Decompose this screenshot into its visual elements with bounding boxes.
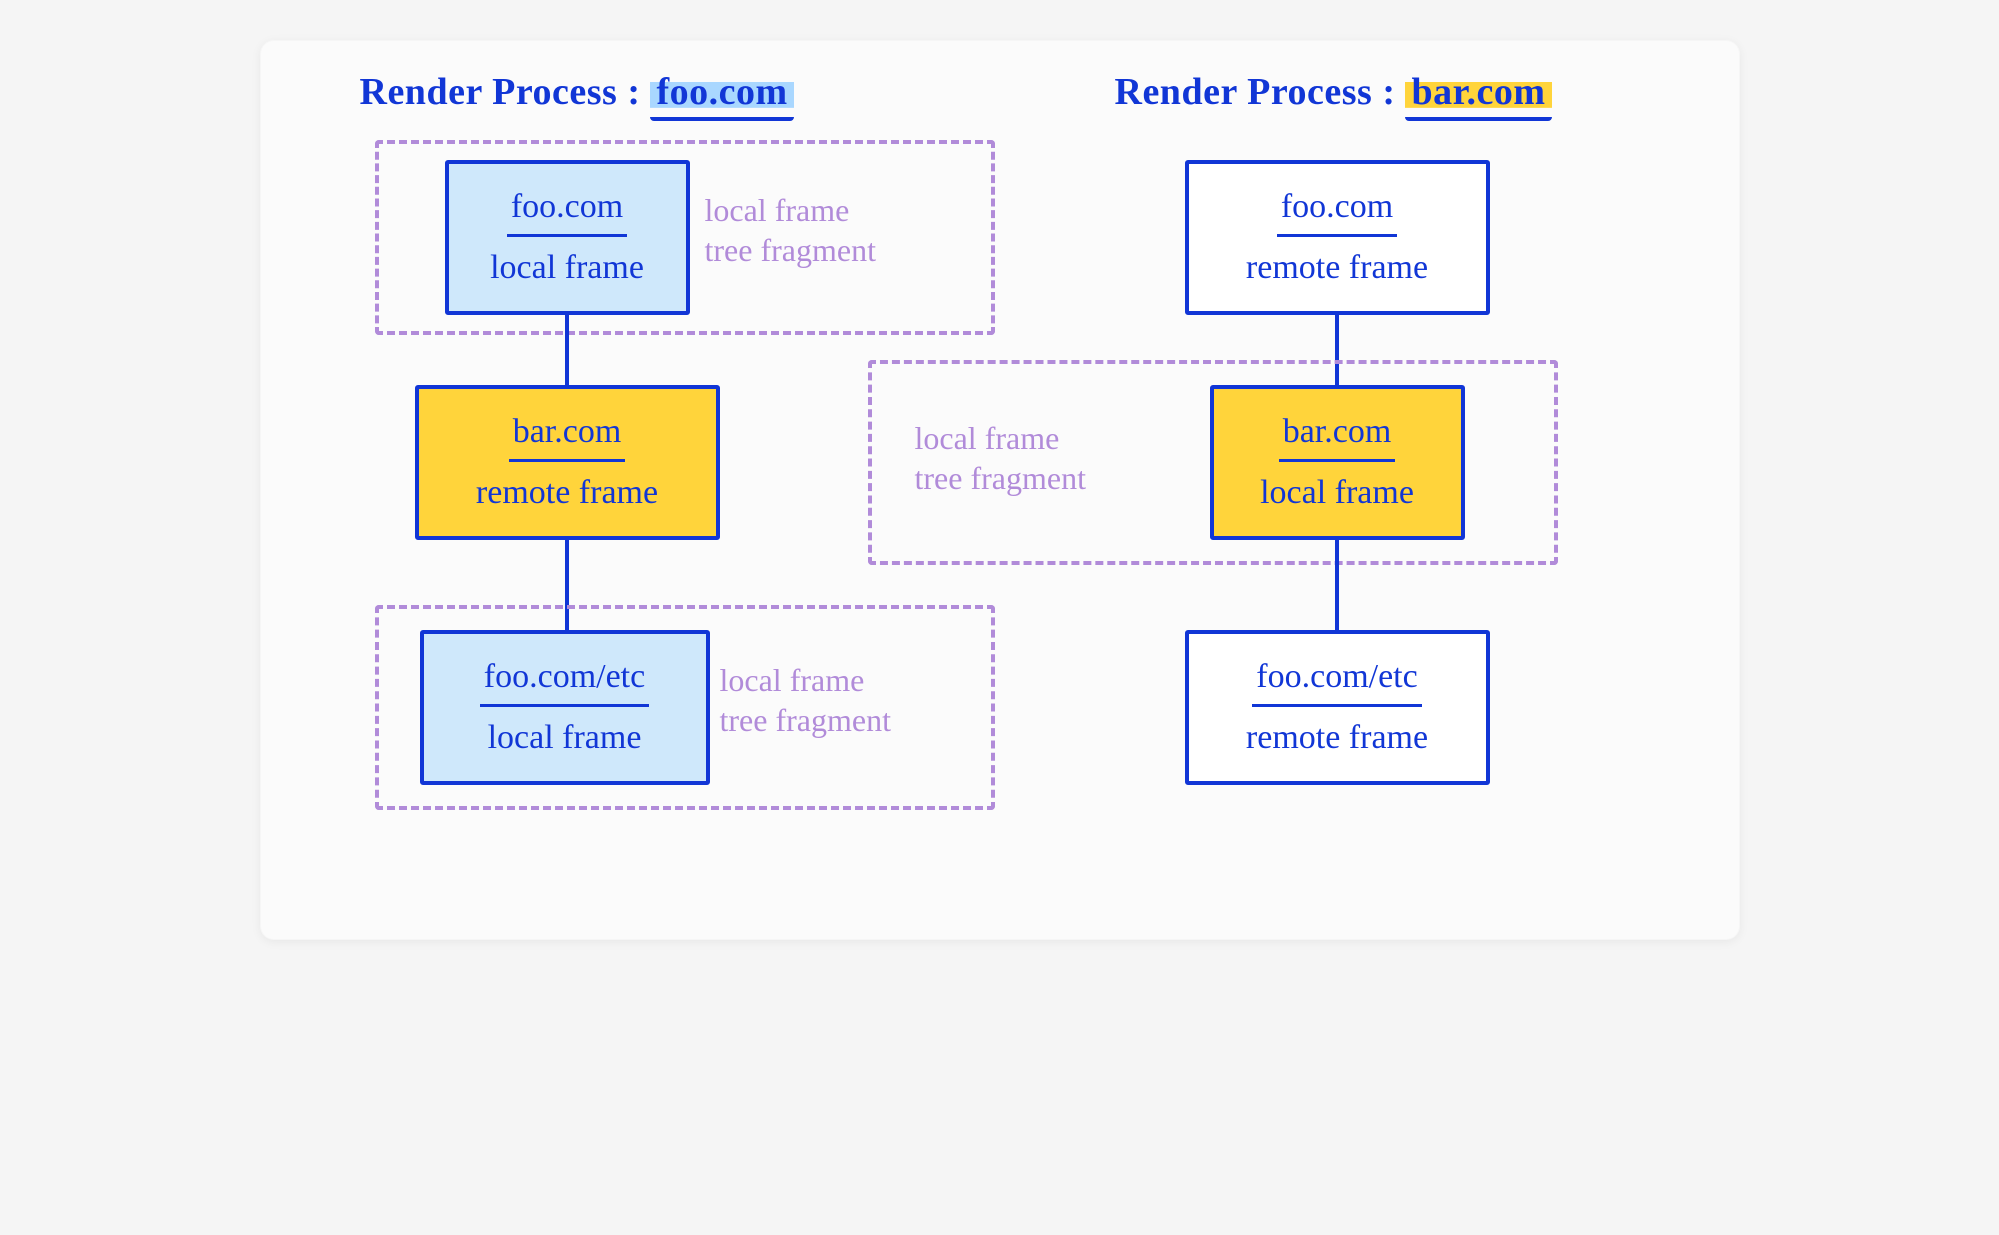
right-frame-foo-remote: foo.com remote frame — [1185, 160, 1490, 315]
frame-url: foo.com/etc — [1252, 654, 1421, 707]
left-fragment-2-caption: local frame tree fragment — [720, 660, 980, 740]
left-frame-bar-remote: bar.com remote frame — [415, 385, 720, 540]
right-process-title: Render Process : bar.com — [1115, 70, 1552, 121]
frame-url: bar.com — [1279, 409, 1396, 462]
frame-kind: remote frame — [476, 470, 658, 516]
frame-url: bar.com — [509, 409, 626, 462]
left-fragment-1-caption: local frame tree fragment — [705, 190, 965, 270]
right-fragment-caption: local frame tree fragment — [915, 418, 1175, 498]
left-connector-1 — [565, 315, 569, 385]
title-domain: foo.com — [650, 70, 793, 121]
left-frame-foo-local: foo.com local frame — [445, 160, 690, 315]
right-connector-2 — [1335, 540, 1339, 630]
title-prefix: Render Process : — [360, 71, 641, 113]
right-frame-fooetc-remote: foo.com/etc remote frame — [1185, 630, 1490, 785]
frame-kind: local frame — [488, 715, 642, 761]
frame-url: foo.com/etc — [480, 654, 649, 707]
frame-url: foo.com — [507, 184, 627, 237]
frame-kind: local frame — [1260, 470, 1414, 516]
left-process-title: Render Process : foo.com — [360, 70, 794, 121]
title-prefix: Render Process : — [1115, 71, 1396, 113]
frame-kind: remote frame — [1246, 245, 1428, 291]
left-frame-fooetc-local: foo.com/etc local frame — [420, 630, 710, 785]
diagram-canvas: Render Process : foo.com local frame tre… — [260, 40, 1740, 940]
frame-kind: remote frame — [1246, 715, 1428, 761]
right-frame-bar-local: bar.com local frame — [1210, 385, 1465, 540]
frame-kind: local frame — [490, 245, 644, 291]
title-domain: bar.com — [1405, 70, 1551, 121]
frame-url: foo.com — [1277, 184, 1397, 237]
